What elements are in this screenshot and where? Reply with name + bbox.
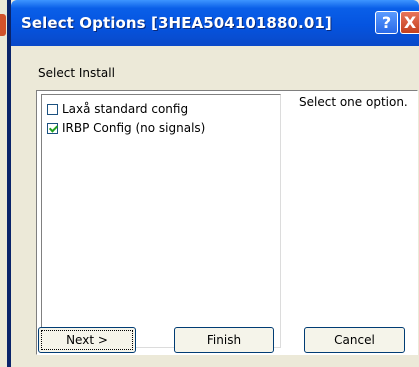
close-button[interactable]: X (400, 11, 419, 34)
help-icon: ? (381, 13, 392, 32)
title-bar[interactable]: Select Options [3HEA504101880.01] ? X (11, 0, 419, 46)
close-icon: X (403, 13, 417, 32)
option-label: IRBP Config (no signals) (62, 121, 206, 135)
option-laxa-standard-config[interactable]: Laxå standard config (47, 101, 188, 117)
options-list: Laxå standard config IRBP Config (no sig… (41, 94, 281, 348)
section-label: Select Install (38, 66, 115, 80)
hint-text: Select one option. (299, 95, 408, 109)
option-label: Laxå standard config (62, 102, 189, 116)
options-panel: Laxå standard config IRBP Config (no sig… (36, 90, 418, 355)
select-options-dialog: Select Options [3HEA504101880.01] ? X Se… (11, 0, 419, 367)
window-title: Select Options [3HEA504101880.01] (21, 14, 332, 32)
checkbox-checked-icon[interactable] (47, 122, 58, 134)
checkbox-icon[interactable] (47, 103, 58, 115)
next-button[interactable]: Next > (38, 327, 136, 353)
background-window-edge (0, 0, 11, 367)
dialog-body: Select Install Laxå standard config IRBP… (11, 46, 419, 367)
help-button[interactable]: ? (375, 11, 398, 34)
background-window-close-fragment (0, 14, 6, 36)
finish-button[interactable]: Finish (174, 327, 274, 353)
option-irbp-config[interactable]: IRBP Config (no signals) (47, 120, 205, 136)
cancel-button[interactable]: Cancel (304, 327, 405, 353)
